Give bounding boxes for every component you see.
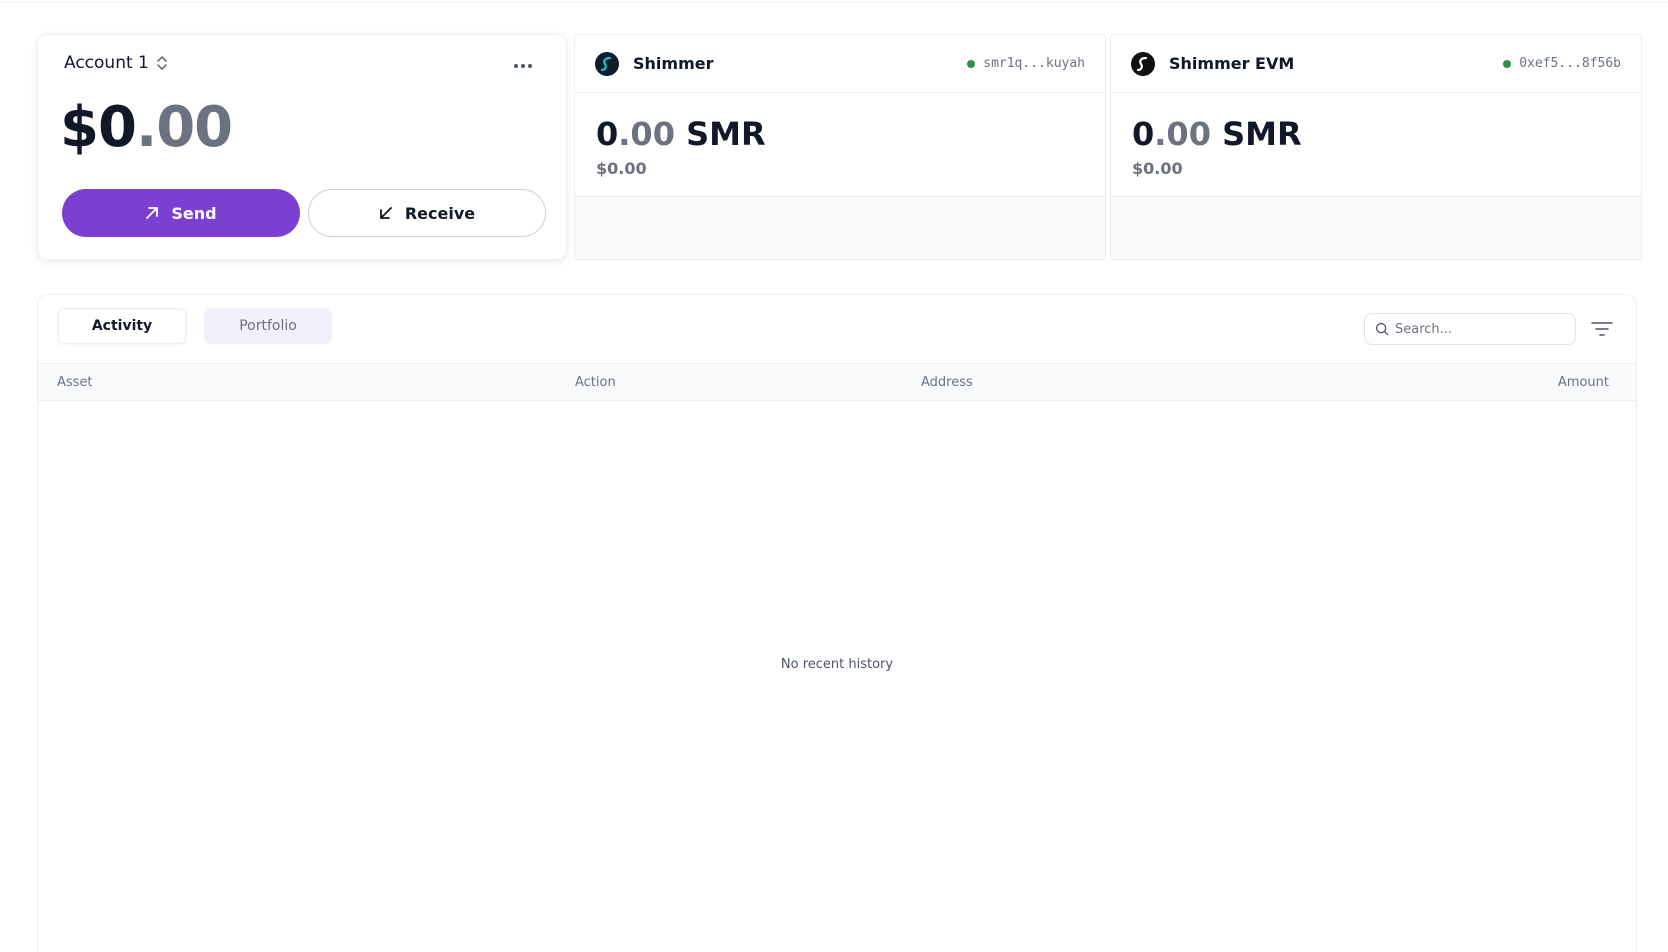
filter-icon bbox=[1591, 322, 1613, 336]
amount-decimals: .00 bbox=[1154, 115, 1211, 153]
send-label: Send bbox=[171, 203, 217, 223]
arrow-up-right-icon bbox=[146, 207, 159, 219]
network-card-body: 0.00 SMR $0.00 bbox=[1111, 93, 1641, 197]
network-card-header: Shimmer smr1q...kuyah bbox=[575, 35, 1105, 93]
account-name: Account 1 bbox=[64, 53, 149, 73]
column-action: Action bbox=[575, 375, 616, 390]
network-amount: 0.00 SMR bbox=[596, 115, 1085, 153]
receive-button[interactable]: Receive bbox=[308, 189, 546, 237]
chevron-up-down-icon bbox=[157, 56, 167, 70]
page-top-divider bbox=[0, 2, 1668, 3]
network-card-header: Shimmer EVM 0xef5...8f56b bbox=[1111, 35, 1641, 93]
tab-activity[interactable]: Activity bbox=[58, 308, 186, 344]
network-address-text: smr1q...kuyah bbox=[983, 56, 1085, 71]
status-dot-icon bbox=[1503, 59, 1512, 68]
network-name: Shimmer bbox=[633, 54, 714, 73]
network-fiat-value: $0.00 bbox=[596, 159, 647, 178]
search-box[interactable] bbox=[1364, 313, 1576, 345]
amount-decimals: .00 bbox=[618, 115, 675, 153]
amount-int: 0 bbox=[596, 115, 619, 153]
status-dot-icon bbox=[967, 59, 976, 68]
network-card-body: 0.00 SMR $0.00 bbox=[575, 93, 1105, 197]
account-card: Account 1 $0.00 Send Receive bbox=[37, 34, 567, 260]
shimmer-logo-icon bbox=[595, 51, 619, 76]
search-icon bbox=[1375, 322, 1389, 336]
activity-table-header: Asset Action Address Amount bbox=[38, 363, 1636, 401]
token-symbol: SMR bbox=[1222, 115, 1302, 153]
network-card-shimmer[interactable]: Shimmer smr1q...kuyah 0.00 SMR $0.00 bbox=[574, 34, 1106, 260]
activity-panel: Activity Portfolio Asset Action Address … bbox=[37, 294, 1637, 952]
account-selector[interactable]: Account 1 bbox=[64, 53, 169, 73]
receive-label: Receive bbox=[404, 203, 476, 223]
network-address[interactable]: 0xef5...8f56b bbox=[1503, 56, 1621, 71]
search-input[interactable] bbox=[1395, 321, 1565, 337]
column-asset: Asset bbox=[57, 375, 93, 390]
balance-decimals: .00 bbox=[135, 95, 233, 160]
network-card-footer bbox=[1111, 197, 1641, 259]
network-card-shimmer-evm[interactable]: Shimmer EVM 0xef5...8f56b 0.00 SMR $0.00 bbox=[1110, 34, 1642, 260]
arrow-down-left-icon bbox=[379, 207, 392, 219]
empty-state-message: No recent history bbox=[780, 657, 894, 672]
account-balance: $0.00 bbox=[60, 95, 233, 160]
ellipsis-icon bbox=[514, 64, 532, 68]
token-symbol: SMR bbox=[686, 115, 766, 153]
network-name: Shimmer EVM bbox=[1169, 54, 1295, 73]
network-amount: 0.00 SMR bbox=[1132, 115, 1621, 153]
filter-button[interactable] bbox=[1588, 315, 1616, 343]
more-options-button[interactable] bbox=[500, 51, 546, 81]
column-amount: Amount bbox=[1557, 375, 1609, 390]
balance-main: $0 bbox=[60, 95, 137, 160]
send-button[interactable]: Send bbox=[62, 189, 300, 237]
network-card-footer bbox=[575, 197, 1105, 259]
amount-int: 0 bbox=[1132, 115, 1155, 153]
shimmer-evm-logo-icon bbox=[1131, 51, 1155, 76]
column-address: Address bbox=[921, 375, 973, 390]
network-address[interactable]: smr1q...kuyah bbox=[967, 56, 1085, 71]
tab-portfolio[interactable]: Portfolio bbox=[204, 308, 332, 344]
network-address-text: 0xef5...8f56b bbox=[1519, 56, 1621, 71]
activity-tabs: Activity Portfolio bbox=[58, 308, 332, 344]
network-fiat-value: $0.00 bbox=[1132, 159, 1183, 178]
